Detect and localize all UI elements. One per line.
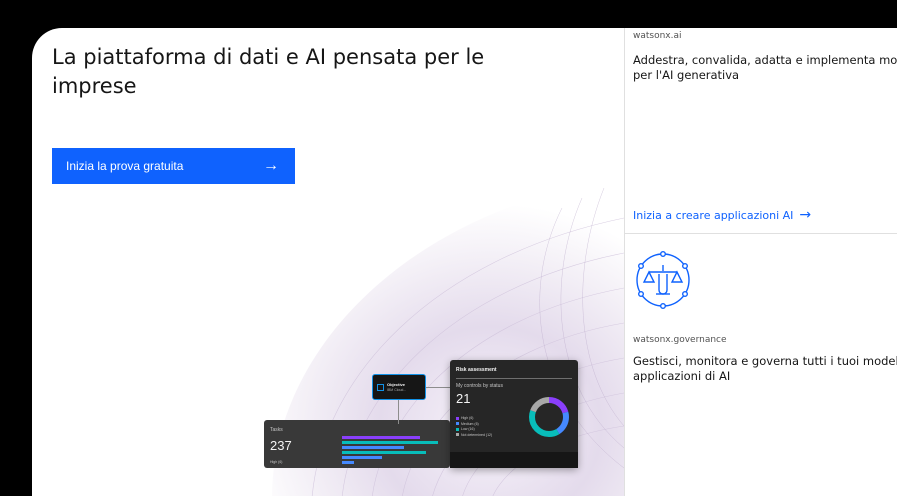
bar-medium-2 bbox=[342, 456, 382, 459]
tasks-legend-item: High (6) bbox=[270, 460, 283, 464]
risk-subtitle: My controls by status bbox=[456, 383, 503, 389]
page-frame: La piattaforma di dati e AI pensata per … bbox=[0, 0, 897, 496]
risk-count: 21 bbox=[456, 391, 471, 406]
bar-low bbox=[342, 441, 438, 444]
divider bbox=[456, 378, 572, 379]
bar-high bbox=[342, 436, 420, 439]
bar-medium bbox=[342, 446, 404, 449]
connector-line bbox=[426, 387, 450, 388]
watsonx-governance-description: Gestisci, monitora e governa tutti i tuo… bbox=[633, 354, 897, 383]
risk-title: Risk assessment bbox=[456, 367, 497, 373]
watsonx-ai-description: Addestra, convalida, adatta e implementa… bbox=[633, 53, 897, 82]
bar-low-2 bbox=[342, 451, 426, 454]
watsonx-ai-card[interactable]: watsonx.ai Addestra, convalida, adatta e… bbox=[624, 28, 897, 234]
watsonx-governance-eyebrow: watsonx.governance bbox=[633, 335, 727, 345]
objective-title: Objective bbox=[387, 382, 406, 387]
tasks-bar-chart bbox=[342, 436, 446, 466]
arrow-right-icon: → bbox=[799, 207, 812, 223]
watsonx-ai-eyebrow: watsonx.ai bbox=[633, 31, 682, 41]
chart-gridlines bbox=[450, 452, 578, 468]
tasks-card: Tasks 237 High (6) bbox=[264, 420, 450, 468]
objective-icon bbox=[377, 384, 384, 391]
legend-item: Not determined (12) bbox=[456, 433, 492, 439]
product-column: watsonx.ai Addestra, convalida, adatta e… bbox=[624, 28, 897, 496]
start-building-ai-link[interactable]: Inizia a creare applicazioni AI → bbox=[633, 207, 811, 223]
hero-title: La piattaforma di dati e AI pensata per … bbox=[52, 45, 485, 98]
objective-subtitle: IBM Cloud... bbox=[387, 388, 407, 392]
objective-card: Objective IBM Cloud... bbox=[372, 374, 426, 400]
governance-scales-icon bbox=[636, 251, 690, 310]
cta-label: Inizia la prova gratuita bbox=[66, 159, 184, 173]
connector-line bbox=[398, 400, 399, 424]
bar-medium-3 bbox=[342, 461, 354, 464]
risk-legend: High (6) Medium (6) Low (16) Not determi… bbox=[456, 416, 492, 438]
tasks-title: Tasks bbox=[270, 427, 283, 433]
donut-chart bbox=[529, 397, 569, 437]
watsonx-governance-card[interactable]: watsonx.governance Gestisci, monitora e … bbox=[624, 234, 897, 496]
tasks-count: 237 bbox=[270, 438, 292, 453]
